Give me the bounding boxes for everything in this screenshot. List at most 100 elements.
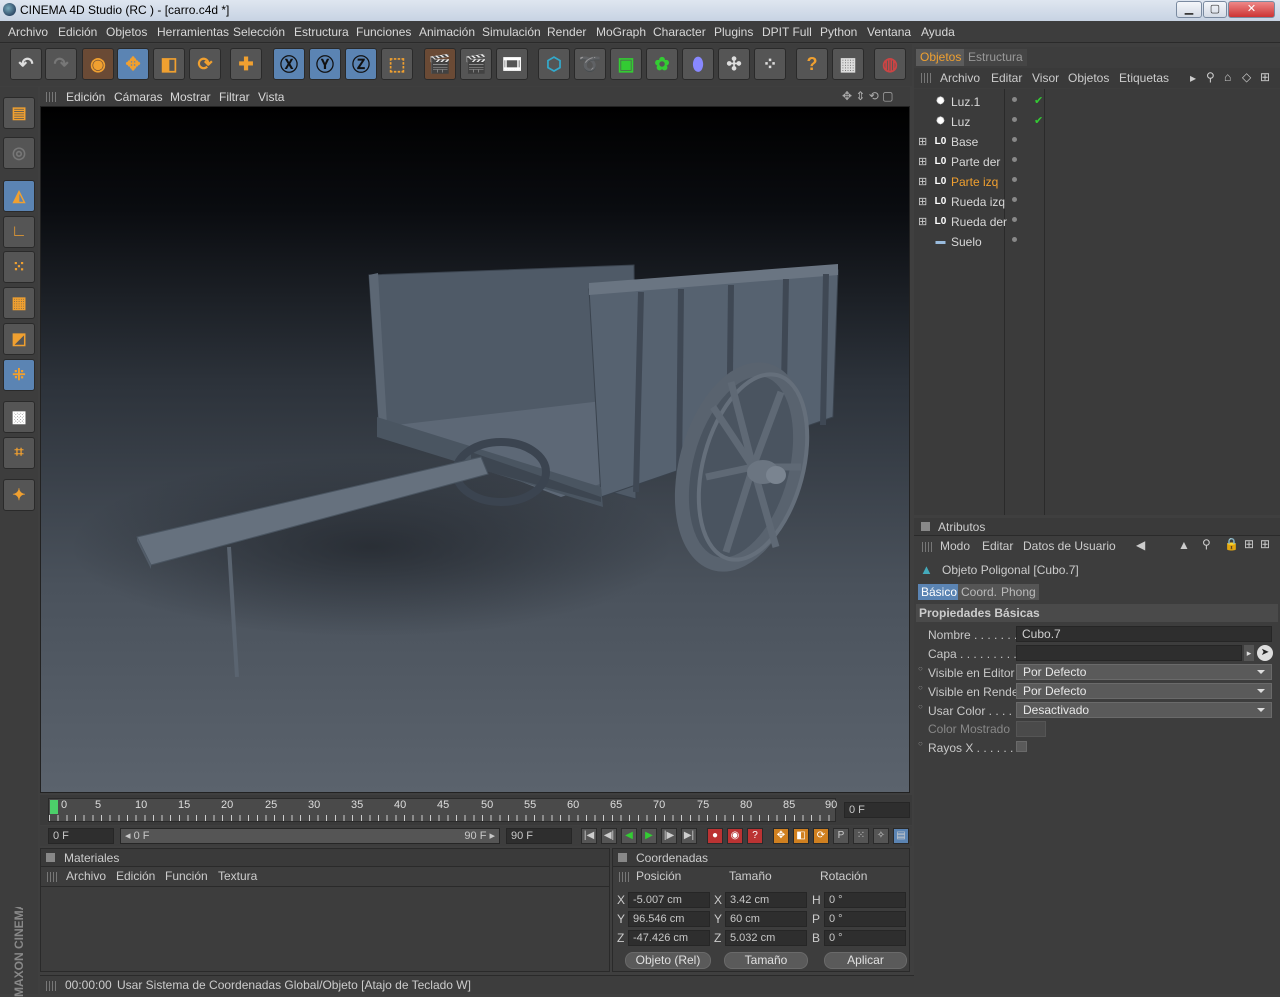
add-tool-icon[interactable]: ✚ [230,48,262,80]
home-icon[interactable]: ⌂ [1224,70,1231,84]
visibility-dot[interactable] [1012,237,1017,242]
obj-menu-editar[interactable]: Editar [991,71,1022,85]
anim-dot-icon[interactable]: ○ [918,664,923,673]
maximize-button[interactable]: ▢ [1203,1,1227,18]
vp-menu-mostrar[interactable]: Mostrar [170,90,211,104]
view-icon[interactable]: ◇ [1242,70,1251,84]
expand-icon[interactable]: ⊞ [918,175,927,188]
object-name[interactable]: Rueda izq [951,195,1005,209]
new-window-icon[interactable]: ⊞ [1244,537,1254,551]
z-axis-icon[interactable]: Ⓩ [345,48,377,80]
model-mode-icon[interactable]: ◎ [3,137,35,169]
menu-simulacion[interactable]: Simulación [482,25,541,39]
coordinate-mode-dropdown[interactable]: Objeto (Rel) [625,952,711,969]
render-picture-viewer-icon[interactable]: 🎞 [496,48,528,80]
lock-icon[interactable]: 🔒 [1224,537,1239,551]
current-frame-field[interactable]: 0 F [844,802,910,818]
obj-menu-visor[interactable]: Visor [1032,71,1059,85]
mat-menu-archivo[interactable]: Archivo [66,869,106,883]
visibility-dot[interactable] [1012,157,1017,162]
object-row[interactable]: ▬ Suelo [914,232,1280,252]
rotate-tool-icon[interactable]: ⟳ [189,48,221,80]
color-swatch[interactable] [1016,721,1046,737]
render-settings-icon[interactable]: ▦ [832,48,864,80]
rotation-p-field[interactable]: 0 ° [824,911,906,927]
globe-icon[interactable]: ◍ [874,48,906,80]
edges-mode-icon[interactable]: ▦ [3,287,35,319]
object-name[interactable]: Rueda der [951,215,1007,229]
menu-dpit-full[interactable]: DPIT Full [762,25,812,39]
tab-basico[interactable]: Básico [918,584,961,600]
menu-herramientas[interactable]: Herramientas [157,25,229,39]
key-points-icon[interactable]: ⁙ [853,828,869,844]
rotation-h-field[interactable]: 0 ° [824,892,906,908]
menu-animacion[interactable]: Animación [419,25,475,39]
visibility-dot[interactable] [1012,177,1017,182]
menu-objetos[interactable]: Objetos [106,25,147,39]
tab-coord[interactable]: Coord. [958,584,1001,600]
capa-field[interactable] [1016,645,1242,661]
viewport-3d[interactable] [40,106,910,793]
object-row[interactable]: ⊞ L0 Rueda der [914,212,1280,232]
menu-ventana[interactable]: Ventana [867,25,911,39]
keyframe-selection-icon[interactable]: ? [747,828,763,844]
vp-menu-filtrar[interactable]: Filtrar [219,90,250,104]
scene-icon[interactable]: ✣ [718,48,750,80]
texture-mode-icon[interactable]: ▩ [3,401,35,433]
visible-render-dropdown[interactable]: Por Defecto [1016,683,1272,699]
prev-key-icon[interactable]: ◀| [601,828,617,844]
tab-estructura[interactable]: Estructura [964,49,1027,66]
position-x-field[interactable]: -5.007 cm [628,892,710,908]
cube-icon[interactable]: ⬡ [538,48,570,80]
play-forward-icon[interactable]: ▶ [641,828,657,844]
layout-icon[interactable]: ▤ [3,97,35,129]
mat-menu-textura[interactable]: Textura [218,869,257,883]
timeline-ruler[interactable]: 0 5 10 15 20 25 30 35 40 45 50 55 60 65 … [48,798,837,822]
timeline-window-icon[interactable]: ▤ [893,828,909,844]
play-backward-icon[interactable]: ◀ [621,828,637,844]
object-row[interactable]: ✺ Luz.1 ✔ [914,92,1280,112]
key-position-icon[interactable]: ✥ [773,828,789,844]
sculpt-icon[interactable]: ✦ [3,479,35,511]
nombre-field[interactable]: Cubo.7 [1016,626,1272,642]
menu-character[interactable]: Character [653,25,706,39]
coordinate-system-icon[interactable]: ⬚ [381,48,413,80]
object-row[interactable]: ✺ Luz ✔ [914,112,1280,132]
position-y-field[interactable]: 96.546 cm [628,911,710,927]
object-mode-icon[interactable]: ◭ [3,180,35,212]
menu-render[interactable]: Render [547,25,586,39]
search-icon[interactable]: ⚲ [1202,537,1211,551]
undo-icon[interactable]: ↶ [10,48,42,80]
motion-system-icon[interactable]: ✧ [873,828,889,844]
object-name[interactable]: Parte der [951,155,1000,169]
points-mode-icon[interactable]: ⁙ [3,251,35,283]
menu-archivo[interactable]: Archivo [8,25,48,39]
menu-mograph[interactable]: MoGraph [596,25,646,39]
uv-mode-icon[interactable]: ⁜ [3,359,35,391]
attr-menu-modo[interactable]: Modo [940,539,970,553]
nurbs-icon[interactable]: ▣ [610,48,642,80]
mat-menu-funcion[interactable]: Función [165,869,208,883]
axis-mode-icon[interactable]: ∟ [3,216,35,248]
vp-menu-camaras[interactable]: Cámaras [114,90,163,104]
menu-plugins[interactable]: Plugins [714,25,753,39]
visibility-dot[interactable] [1012,117,1017,122]
size-mode-dropdown[interactable]: Tamaño [724,952,808,969]
help-icon[interactable]: ? [796,48,828,80]
visibility-dot[interactable] [1012,97,1017,102]
search-icon[interactable]: ⚲ [1206,70,1215,84]
minimize-button[interactable]: ▁ [1176,1,1202,18]
expand-icon[interactable]: ⊞ [918,155,927,168]
arrow-icon[interactable]: ▸ [1190,71,1196,85]
menu-ayuda[interactable]: Ayuda [921,25,955,39]
tab-phong[interactable]: Phong [998,584,1039,600]
object-name[interactable]: Suelo [951,235,982,249]
mat-menu-edicion[interactable]: Edición [116,869,155,883]
menu-estructura[interactable]: Estructura [294,25,349,39]
end-frame-field[interactable]: 90 F [506,828,572,844]
menu-edicion[interactable]: Edición [58,25,97,39]
new-window-icon[interactable]: ⊞ [1260,70,1270,84]
obj-menu-archivo[interactable]: Archivo [940,71,980,85]
particles-icon[interactable]: ⁘ [754,48,786,80]
object-row[interactable]: ⊞ L0 Base [914,132,1280,152]
